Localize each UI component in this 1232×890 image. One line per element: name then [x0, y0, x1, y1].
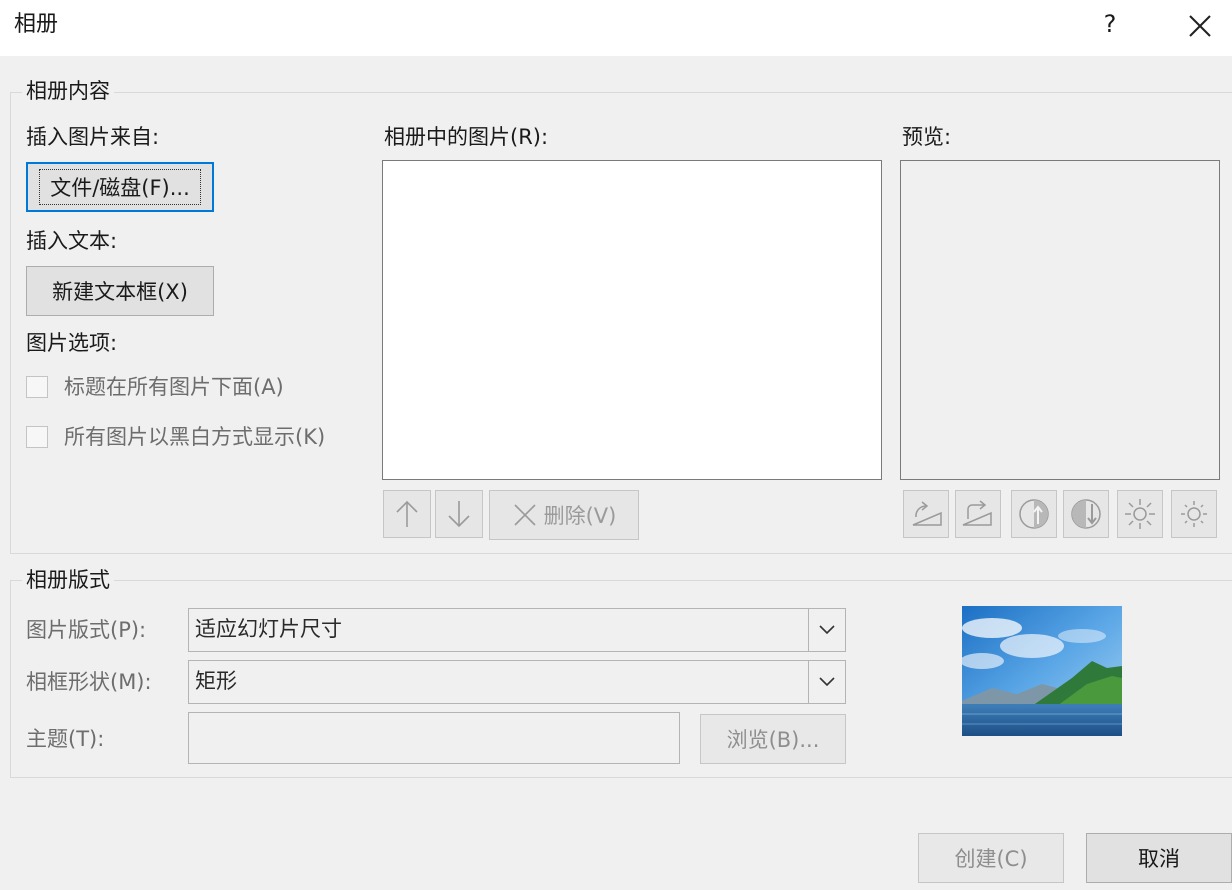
picture-options-label: 图片选项:: [26, 331, 118, 355]
title-bar: [0, 0, 1232, 56]
picture-layout-label: 图片版式(P):: [26, 618, 147, 642]
layout-preview-image: [962, 606, 1122, 736]
rotate-right-button[interactable]: [955, 490, 1001, 538]
insert-picture-from-label: 插入图片来自:: [26, 125, 160, 149]
help-button[interactable]: ?: [1092, 6, 1128, 42]
file-disk-button-label: 文件/磁盘(F)...: [39, 169, 201, 205]
black-white-checkbox[interactable]: [26, 426, 48, 448]
frame-shape-select[interactable]: 矩形: [188, 660, 846, 704]
frame-shape-label: 相框形状(M):: [26, 670, 152, 694]
album-layout-legend: 相册版式: [22, 566, 114, 594]
black-white-label: 所有图片以黑白方式显示(K): [64, 425, 326, 449]
contrast-down-button[interactable]: [1063, 490, 1109, 538]
picture-layout-value: 适应幻灯片尺寸: [195, 617, 342, 641]
contrast-down-icon: [1071, 499, 1101, 529]
create-button-label: 创建(C): [954, 847, 1028, 871]
insert-text-label: 插入文本:: [26, 229, 118, 253]
arrow-down-icon: [448, 501, 470, 528]
cancel-button-label: 取消: [1138, 847, 1180, 871]
chevron-down-icon: [819, 677, 835, 687]
frame-shape-value: 矩形: [195, 669, 237, 693]
preview-label: 预览:: [902, 125, 952, 149]
brightness-up-button[interactable]: [1117, 490, 1163, 538]
chevron-down-icon: [819, 625, 835, 635]
contrast-up-icon: [1019, 499, 1049, 529]
pictures-in-album-label: 相册中的图片(R):: [384, 125, 549, 149]
rotate-right-icon: [962, 500, 992, 526]
cancel-button[interactable]: 取消: [1086, 833, 1232, 883]
picture-layout-dropdown[interactable]: [808, 609, 845, 651]
window-title: 相册: [14, 12, 59, 37]
new-textbox-button-label: 新建文本框(X): [52, 280, 188, 304]
theme-input[interactable]: [188, 712, 680, 764]
captions-below-label: 标题在所有图片下面(A): [64, 375, 284, 399]
theme-label: 主题(T):: [26, 727, 105, 751]
captions-below-checkbox[interactable]: [26, 376, 48, 398]
rotate-left-icon: [912, 501, 942, 526]
new-textbox-button[interactable]: 新建文本框(X): [26, 266, 214, 316]
brightness-up-icon: [1125, 499, 1155, 529]
x-icon: [514, 504, 536, 526]
close-button[interactable]: [1180, 6, 1220, 46]
pictures-listbox[interactable]: [382, 160, 882, 480]
arrow-up-icon: [396, 500, 418, 527]
rotate-left-button[interactable]: [903, 490, 949, 538]
file-disk-button[interactable]: 文件/磁盘(F)...: [26, 162, 214, 212]
browse-button-label: 浏览(B)...: [726, 728, 820, 752]
contrast-up-button[interactable]: [1011, 490, 1057, 538]
create-button[interactable]: 创建(C): [918, 833, 1064, 883]
delete-button[interactable]: 删除(V): [489, 490, 639, 540]
delete-button-label: 删除(V): [543, 504, 617, 528]
move-up-button[interactable]: [383, 490, 431, 538]
preview-pane: [900, 160, 1220, 480]
picture-layout-select[interactable]: 适应幻灯片尺寸: [188, 608, 846, 652]
browse-button[interactable]: 浏览(B)...: [700, 714, 846, 764]
album-content-legend: 相册内容: [22, 77, 114, 105]
close-icon: [1189, 15, 1211, 37]
brightness-down-icon: [1181, 501, 1207, 527]
brightness-down-button[interactable]: [1171, 490, 1217, 538]
move-down-button[interactable]: [435, 490, 483, 538]
frame-shape-dropdown[interactable]: [808, 661, 845, 703]
